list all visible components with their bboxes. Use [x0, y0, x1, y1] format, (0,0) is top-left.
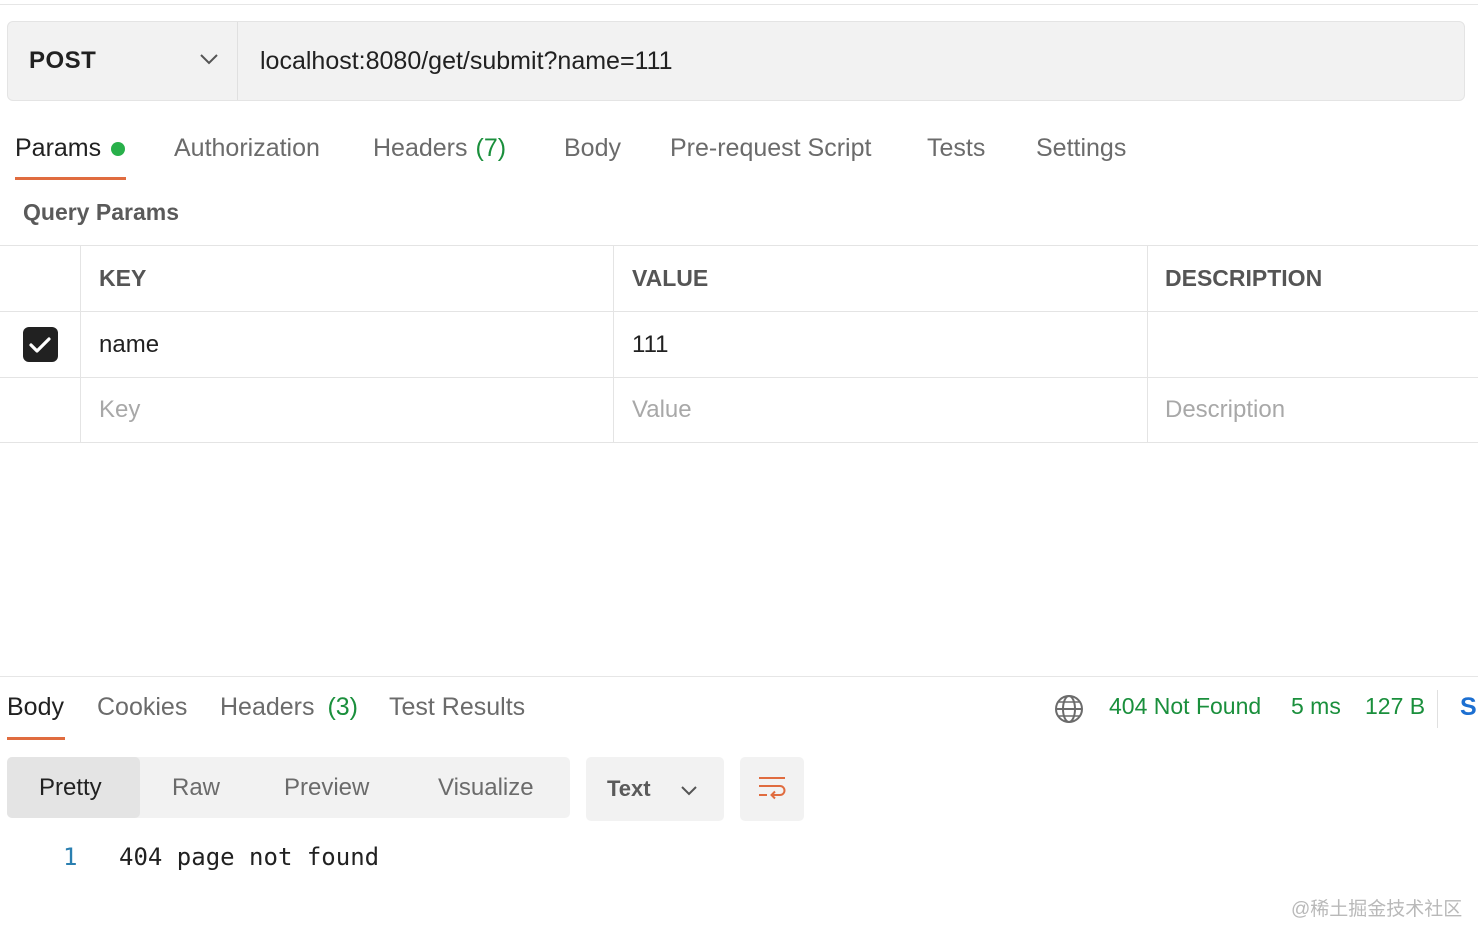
tab-label: Cookies	[97, 693, 188, 721]
column-header-description: DESCRIPTION	[1147, 246, 1478, 311]
request-url-bar: POST localhost:8080/get/submit?name=111	[7, 21, 1465, 101]
table-header-row: KEY VALUE DESCRIPTION	[0, 245, 1478, 311]
view-mode-label: Pretty	[39, 773, 102, 801]
response-divider[interactable]	[0, 676, 1478, 677]
tab-params[interactable]: Params	[15, 124, 126, 181]
active-indicator-dot	[111, 142, 126, 156]
method-select[interactable]: POST	[8, 22, 238, 100]
checkmark-icon	[29, 336, 51, 353]
param-value-cell[interactable]: 111	[613, 312, 1147, 377]
new-value-input[interactable]: Value	[613, 378, 1147, 442]
view-mode-label: Visualize	[438, 773, 534, 801]
method-label: POST	[29, 47, 97, 74]
headers-count: (3)	[327, 693, 359, 721]
view-mode-switcher: Pretty Raw Preview Visualize	[7, 757, 570, 818]
tab-label: Params	[15, 134, 102, 162]
wrap-lines-button[interactable]	[740, 757, 804, 821]
wrap-lines-icon	[757, 774, 787, 805]
response-time[interactable]: 5 ms	[1291, 693, 1341, 720]
tab-label: Pre-request Script	[670, 134, 872, 162]
select-column-header	[0, 246, 80, 311]
view-mode-preview[interactable]: Preview	[252, 757, 406, 818]
query-params-title: Query Params	[23, 199, 179, 225]
format-select[interactable]: Text	[586, 757, 724, 821]
view-mode-label: Preview	[284, 773, 370, 801]
tab-label: Headers	[220, 693, 315, 721]
table-row-new: Key Value Description	[0, 377, 1478, 443]
globe-icon[interactable]	[1054, 694, 1084, 724]
active-tab-underline	[15, 177, 126, 180]
tab-label: Test Results	[389, 693, 526, 721]
active-response-tab-underline	[7, 737, 65, 740]
row-checkbox-cell	[0, 312, 80, 377]
tab-label: Headers	[373, 134, 468, 162]
save-response-button[interactable]: S	[1460, 693, 1477, 722]
tab-label: Body	[7, 693, 64, 721]
tab-pre-request-script[interactable]: Pre-request Script	[670, 124, 871, 181]
response-tab-headers[interactable]: Headers (3)	[220, 693, 358, 722]
tab-settings[interactable]: Settings	[1036, 124, 1126, 181]
param-key-cell[interactable]: name	[80, 312, 613, 377]
tab-label: Authorization	[174, 134, 320, 162]
response-status[interactable]: 404 Not Found	[1109, 693, 1261, 720]
top-divider	[0, 4, 1478, 5]
query-params-table: KEY VALUE DESCRIPTION name 111 Key Value…	[0, 245, 1478, 443]
response-tab-body[interactable]: Body	[7, 693, 64, 722]
status-separator	[1437, 690, 1438, 728]
view-mode-label: Raw	[172, 773, 221, 801]
tab-tests[interactable]: Tests	[927, 124, 985, 181]
tab-headers[interactable]: Headers (7)	[373, 124, 506, 181]
response-size[interactable]: 127 B	[1365, 693, 1425, 720]
row-checkbox-cell	[0, 378, 80, 442]
format-label: Text	[607, 776, 651, 801]
tab-label: Body	[564, 134, 621, 162]
view-mode-raw[interactable]: Raw	[140, 757, 252, 818]
url-input[interactable]: localhost:8080/get/submit?name=111	[238, 22, 1464, 100]
view-mode-pretty[interactable]: Pretty	[7, 757, 140, 818]
tab-label: Tests	[927, 134, 986, 162]
param-description-cell[interactable]	[1147, 312, 1478, 377]
headers-count: (7)	[475, 134, 507, 162]
view-mode-visualize[interactable]: Visualize	[406, 757, 570, 818]
table-row: name 111	[0, 311, 1478, 377]
response-tab-test-results[interactable]: Test Results	[389, 693, 525, 722]
new-key-input[interactable]: Key	[80, 378, 613, 442]
line-number: 1	[63, 843, 78, 871]
response-tab-cookies[interactable]: Cookies	[97, 693, 187, 722]
tab-authorization[interactable]: Authorization	[174, 124, 320, 181]
param-enabled-checkbox[interactable]	[22, 327, 58, 362]
chevron-down-icon	[680, 776, 698, 802]
column-header-key: KEY	[80, 246, 613, 311]
request-tabs: Params Authorization Headers (7) Body Pr…	[0, 124, 1478, 184]
new-description-input[interactable]: Description	[1147, 378, 1478, 442]
column-header-value: VALUE	[613, 246, 1147, 311]
tab-label: Settings	[1036, 134, 1127, 162]
response-body-line: 404 page not found	[119, 843, 380, 871]
tab-body[interactable]: Body	[564, 124, 621, 181]
chevron-down-icon	[199, 52, 219, 70]
watermark: @稀土掘金技术社区	[1291, 899, 1463, 920]
